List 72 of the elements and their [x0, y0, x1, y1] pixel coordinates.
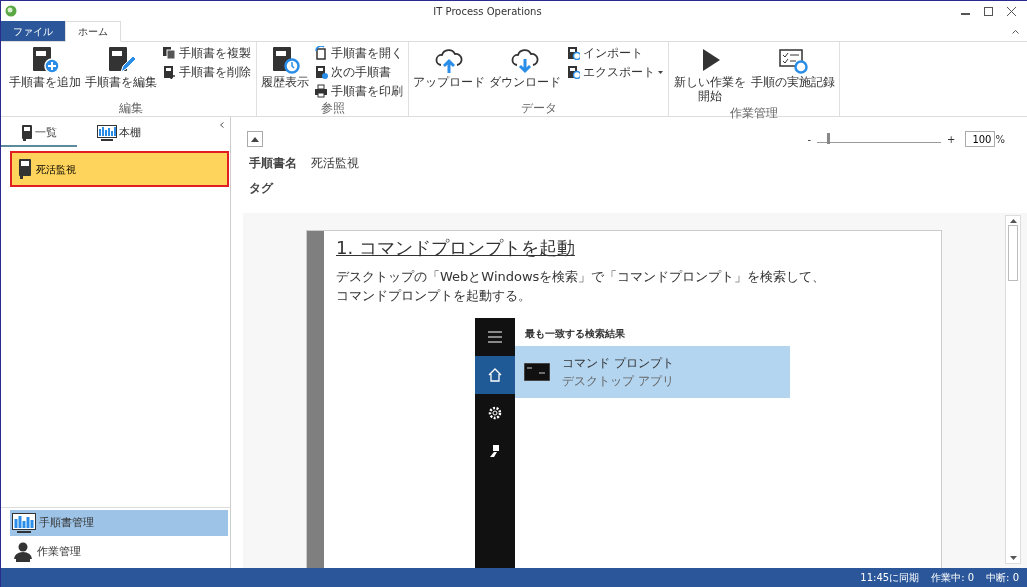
chart-icon: [12, 513, 36, 533]
collapse-button[interactable]: [247, 131, 263, 147]
bookshelf-icon: [97, 124, 117, 141]
printer-icon: [314, 84, 328, 98]
result-title: コマンド プロンプト: [562, 354, 674, 372]
ribbon-button[interactable]: ダウンロード: [488, 44, 562, 91]
field-value: 死活監視: [311, 155, 359, 172]
ribbon-button[interactable]: インポート: [564, 44, 665, 62]
scroll-up-icon: [1009, 219, 1017, 223]
search-result[interactable]: コマンド プロンプト デスクトップ アプリ: [515, 345, 790, 398]
zoom-field[interactable]: 100: [965, 131, 996, 147]
book-import-icon: [566, 46, 580, 60]
status-text: 11:45に同期: [860, 571, 920, 585]
step-text: コマンドプロンプトを起動する。: [336, 287, 532, 306]
copy-icon: [162, 46, 176, 60]
ribbon-button[interactable]: 手順書を編集: [84, 44, 158, 91]
window-title: IT Process Operations: [432, 5, 543, 19]
scrollbar[interactable]: [1005, 215, 1021, 564]
book-history-icon: [270, 45, 300, 75]
percent-label: %: [995, 132, 1005, 147]
zoom-slider[interactable]: [817, 135, 942, 143]
file-menu-tab[interactable]: ファイル: [1, 21, 65, 41]
app-logo-icon: [5, 5, 17, 18]
step-heading: 1. コマンドプロンプトを起動: [336, 237, 576, 259]
group-label: 作業管理: [729, 104, 779, 121]
field-label: 手順書名: [249, 155, 297, 172]
ribbon-button[interactable]: エクスポート: [564, 63, 665, 81]
scroll-down-icon: [1009, 556, 1017, 560]
book-pencil-icon: [106, 45, 136, 75]
ribbon-button[interactable]: 手順書を追加: [8, 44, 82, 91]
ribbon-button[interactable]: 手順書を印刷: [312, 82, 405, 100]
group-label: 参照: [319, 100, 346, 116]
maximize-icon[interactable]: [984, 7, 993, 16]
zoom-in-button[interactable]: +: [947, 131, 956, 147]
ribbon-button[interactable]: 手順書を開く: [312, 44, 405, 62]
ribbon-button[interactable]: 次の手順書: [312, 63, 405, 81]
nav-item[interactable]: 手順書管理: [10, 510, 228, 536]
person-icon: [12, 542, 34, 562]
ribbon-tab[interactable]: ホーム: [65, 21, 121, 42]
book-add-icon: [30, 45, 60, 75]
book-export-icon: [566, 65, 580, 79]
ribbon-button[interactable]: 手順書を複製: [160, 44, 253, 62]
nav-item[interactable]: 作業管理: [10, 539, 228, 565]
panel-tab[interactable]: 本棚: [77, 121, 161, 147]
group-label: データ: [519, 100, 558, 116]
status-text: 作業中: 0: [931, 571, 975, 585]
book-remove-icon: [162, 65, 176, 79]
scroll-thumb[interactable]: [1008, 225, 1018, 281]
book-icon: [18, 159, 32, 179]
book-next-icon: [314, 65, 328, 79]
group-label: 編集: [117, 100, 144, 116]
slider-thumb[interactable]: [827, 133, 830, 144]
zoom-out-button[interactable]: -: [807, 131, 812, 147]
collapse-panel-icon[interactable]: [220, 122, 224, 128]
ribbon-button[interactable]: 履歴表示: [260, 44, 310, 91]
triangle-up-icon: [251, 136, 259, 142]
collapse-ribbon-icon[interactable]: [1012, 28, 1019, 34]
close-icon[interactable]: [1007, 7, 1016, 16]
ribbon-button[interactable]: アップロード: [412, 44, 486, 91]
ribbon-button[interactable]: 新しい作業を開始: [672, 44, 748, 105]
book-icon: [21, 124, 33, 141]
terminal-icon: [524, 362, 550, 381]
procedure-item[interactable]: 死活監視: [10, 151, 229, 187]
field-label: タグ: [249, 180, 273, 197]
ribbon-button[interactable]: 手順の実施記録: [750, 44, 836, 91]
panel-tab[interactable]: 一覧: [1, 121, 77, 147]
result-subtitle: デスクトップ アプリ: [562, 372, 674, 390]
status-text: 中断: 0: [986, 571, 1019, 585]
results-header: 最も一致する検索結果: [524, 326, 626, 341]
step-text: デスクトップの「WebとWindowsを検索」で「コマンドプロンプト」を検索して、: [336, 267, 827, 286]
ribbon-button[interactable]: 手順書を削除: [160, 63, 253, 81]
open-book-icon: [314, 46, 328, 60]
